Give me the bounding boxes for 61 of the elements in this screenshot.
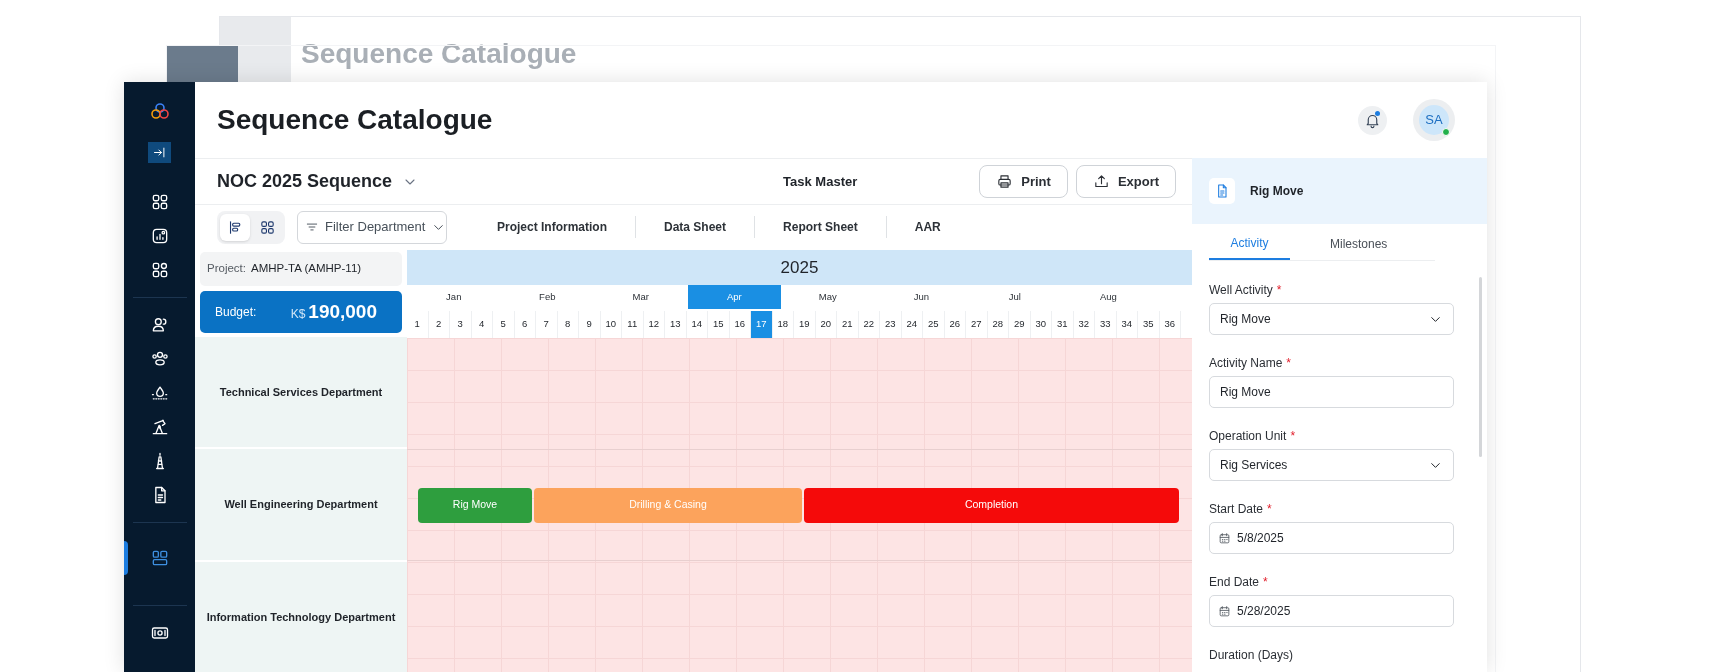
month-cell-text: Jan bbox=[445, 289, 463, 304]
required-mark: * bbox=[1263, 575, 1268, 589]
input-field[interactable]: Rig Move bbox=[1209, 376, 1454, 408]
date-field[interactable]: 5/28/2025 bbox=[1209, 595, 1454, 627]
panel-title: Rig Move bbox=[1250, 183, 1304, 200]
panel-tab[interactable]: Milestones bbox=[1310, 228, 1408, 260]
required-mark: * bbox=[1276, 283, 1282, 297]
toolbar-tab[interactable]: Report Sheet bbox=[755, 218, 886, 236]
calendar-icon bbox=[1218, 604, 1231, 618]
toolbar-tab[interactable]: AAR bbox=[886, 218, 969, 236]
department-cell: Information Technology Department bbox=[195, 559, 407, 672]
export-button[interactable]: Export bbox=[1075, 165, 1177, 198]
month-cell-text: Jun bbox=[912, 289, 930, 304]
view-option[interactable] bbox=[220, 213, 250, 241]
year-header: 2025 bbox=[407, 250, 1192, 285]
currency-label: K$ bbox=[290, 305, 306, 323]
department-cell: Well Engineering Department bbox=[195, 447, 407, 560]
budget-label: Budget: bbox=[215, 304, 257, 321]
date-field[interactable]: 5/8/2025 bbox=[1209, 522, 1454, 554]
collapse-button[interactable] bbox=[148, 142, 171, 163]
toolbar-tab[interactable]: Project Information bbox=[469, 218, 635, 236]
month-cell: Apr bbox=[687, 285, 782, 309]
collapse-icon bbox=[152, 145, 167, 160]
project-value: AMHP-TA (AMHP-11) bbox=[251, 261, 362, 277]
filter-icon bbox=[305, 220, 319, 234]
grid-view-icon bbox=[258, 218, 276, 236]
field-label: Duration (Days) bbox=[1209, 648, 1294, 662]
required-mark: * bbox=[1286, 356, 1292, 370]
budget-amount: 190,000 bbox=[308, 299, 377, 324]
calendar-icon bbox=[1218, 531, 1231, 545]
field-label: Start Date bbox=[1209, 502, 1264, 516]
required-mark: * bbox=[1267, 502, 1272, 516]
section-label: Task Master bbox=[783, 172, 858, 191]
notifications-button[interactable] bbox=[1358, 105, 1387, 135]
field-label: Activity Name bbox=[1209, 356, 1283, 370]
print-button[interactable]: Print bbox=[979, 165, 1068, 198]
select-field[interactable]: Rig Services bbox=[1209, 449, 1454, 481]
month-cell-text: May bbox=[817, 289, 838, 304]
field-label: Well Activity bbox=[1209, 283, 1273, 297]
required-mark: * bbox=[1290, 429, 1296, 443]
month-cell-text: Jul bbox=[1007, 289, 1022, 304]
panel-tab[interactable]: Activity bbox=[1209, 228, 1290, 260]
month-cell-text: Mar bbox=[631, 289, 650, 304]
toolbar-tab[interactable]: Data Sheet bbox=[636, 218, 755, 236]
week-cell: 17 bbox=[751, 311, 773, 338]
project-label: Project: bbox=[207, 261, 246, 277]
sequence-dropdown[interactable]: NOC 2025 Sequence bbox=[217, 168, 419, 195]
month-cell-text: Feb bbox=[538, 289, 557, 304]
background-window-title: Sequence Catalogue bbox=[300, 37, 577, 71]
select-field[interactable]: Rig Move bbox=[1209, 303, 1454, 335]
upload-icon bbox=[1092, 173, 1110, 190]
field-label: Operation Unit bbox=[1209, 429, 1287, 443]
department-cell: Technical Services Department bbox=[195, 337, 407, 448]
activity-bar[interactable]: Completion bbox=[804, 487, 1179, 523]
avatar-initials: SA bbox=[1419, 105, 1449, 135]
filter-department-dropdown[interactable]: Filter Department bbox=[297, 210, 447, 244]
avatar-button[interactable]: SA bbox=[1413, 99, 1455, 141]
field-label: End Date bbox=[1209, 575, 1260, 589]
page-title: Sequence Catalogue bbox=[217, 103, 493, 137]
month-cell-text: Aug bbox=[1098, 289, 1118, 304]
printer-icon bbox=[996, 173, 1014, 190]
